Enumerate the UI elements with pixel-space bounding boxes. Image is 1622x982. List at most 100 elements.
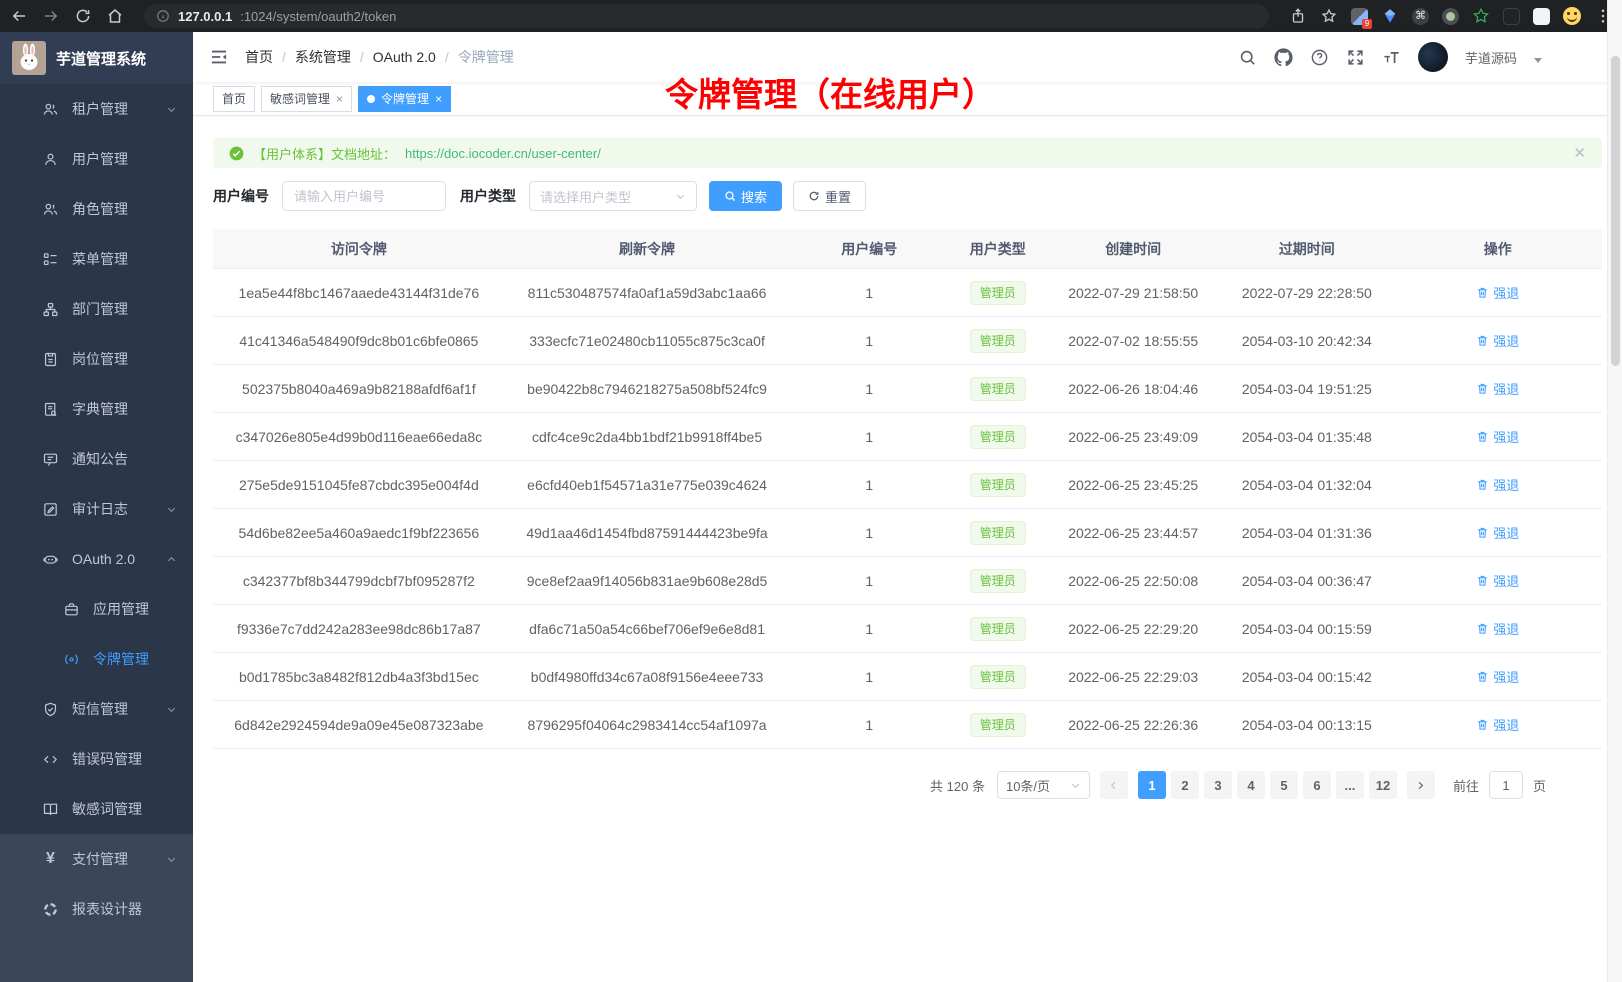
page-button-2[interactable]: 2 bbox=[1171, 771, 1199, 799]
force-logout-button[interactable]: 强退 bbox=[1476, 379, 1519, 398]
sidebar-item-audit-log[interactable]: 审计日志 bbox=[0, 484, 193, 534]
profile-avatar-emoji[interactable] bbox=[1563, 7, 1581, 25]
font-size-icon[interactable] bbox=[1382, 48, 1401, 67]
sidebar-item-post[interactable]: 岗位管理 bbox=[0, 334, 193, 384]
reload-icon[interactable] bbox=[74, 7, 92, 25]
page-button-12[interactable]: 12 bbox=[1369, 771, 1397, 799]
token-icon bbox=[63, 651, 80, 668]
github-icon[interactable] bbox=[1274, 48, 1293, 67]
goto-page-input[interactable] bbox=[1489, 771, 1523, 799]
light-extension-icon[interactable] bbox=[1533, 8, 1550, 25]
sidebar-item-sensitive[interactable]: 敏感词管理 bbox=[0, 784, 193, 834]
prev-page-button[interactable] bbox=[1100, 771, 1128, 799]
sidebar-item-pay[interactable]: ¥支付管理 bbox=[0, 834, 193, 884]
search-button[interactable]: 搜索 bbox=[709, 181, 782, 211]
home-icon[interactable] bbox=[106, 7, 124, 25]
address-bar[interactable]: 127.0.0.1:1024/system/oauth2/token bbox=[144, 4, 1269, 28]
page-button-1[interactable]: 1 bbox=[1138, 771, 1166, 799]
created-time-cell: 2022-07-29 21:58:50 bbox=[1046, 285, 1220, 301]
force-logout-button[interactable]: 强退 bbox=[1476, 427, 1519, 446]
command-extension-icon[interactable]: ⌘ bbox=[1412, 8, 1429, 25]
page-content: 【用户体系】文档地址： https://doc.iocoder.cn/user-… bbox=[193, 116, 1622, 982]
sidebar-item-label: 租户管理 bbox=[72, 99, 128, 119]
breadcrumb-separator: / bbox=[360, 49, 364, 65]
site-info-icon[interactable] bbox=[156, 9, 170, 23]
forward-icon[interactable] bbox=[42, 7, 60, 25]
page-button-5[interactable]: 5 bbox=[1270, 771, 1298, 799]
sidebar: 芋道管理系统 租户管理用户管理角色管理菜单管理部门管理岗位管理字典管理通知公告审… bbox=[0, 32, 193, 982]
sidebar-item-dict[interactable]: 字典管理 bbox=[0, 384, 193, 434]
user-menu-caret-icon[interactable] bbox=[1534, 58, 1542, 63]
reset-button[interactable]: 重置 bbox=[793, 181, 866, 211]
force-logout-button[interactable]: 强退 bbox=[1476, 523, 1519, 542]
scrollbar-thumb[interactable] bbox=[1611, 56, 1620, 366]
tab-close-icon[interactable]: × bbox=[435, 93, 442, 105]
sidebar-item-dept[interactable]: 部门管理 bbox=[0, 284, 193, 334]
sidebar-item-notice[interactable]: 通知公告 bbox=[0, 434, 193, 484]
breadcrumb-item[interactable]: 首页 bbox=[245, 47, 273, 67]
sidebar-item-report[interactable]: 报表设计器 bbox=[0, 884, 193, 934]
force-logout-button[interactable]: 强退 bbox=[1476, 331, 1519, 350]
user-id-input[interactable] bbox=[282, 181, 446, 211]
force-logout-button[interactable]: 强退 bbox=[1476, 715, 1519, 734]
tab-令牌管理[interactable]: 令牌管理× bbox=[358, 86, 451, 112]
search-icon[interactable] bbox=[1238, 48, 1257, 67]
pager-more-button[interactable]: ... bbox=[1336, 771, 1364, 799]
sidebar-item-user[interactable]: 用户管理 bbox=[0, 134, 193, 184]
sidebar-item-oauth2[interactable]: OAuth 2.0 bbox=[0, 534, 193, 584]
expire-time-cell: 2054-03-04 00:36:47 bbox=[1220, 573, 1394, 589]
id-badge-icon bbox=[42, 351, 59, 368]
page-button-3[interactable]: 3 bbox=[1204, 771, 1232, 799]
sidebar-item-tenant[interactable]: 租户管理 bbox=[0, 84, 193, 134]
force-logout-button[interactable]: 强退 bbox=[1476, 475, 1519, 494]
sidebar-item-menu[interactable]: 菜单管理 bbox=[0, 234, 193, 284]
green-star-extension-icon[interactable] bbox=[1472, 7, 1490, 25]
help-icon[interactable] bbox=[1310, 48, 1329, 67]
record-extension-icon[interactable] bbox=[1442, 8, 1459, 25]
org-chart-icon bbox=[42, 301, 59, 318]
back-icon[interactable] bbox=[10, 7, 28, 25]
alert-doc-link[interactable]: https://doc.iocoder.cn/user-center/ bbox=[405, 146, 601, 161]
force-logout-button[interactable]: 强退 bbox=[1476, 619, 1519, 638]
sidebar-item-errcode[interactable]: 错误码管理 bbox=[0, 734, 193, 784]
user-id-label: 用户编号 bbox=[213, 186, 269, 206]
user-type-select[interactable]: 请选择用户类型 bbox=[529, 181, 697, 211]
page-size-select[interactable]: 10条/页 bbox=[997, 771, 1090, 799]
url-path: :1024/system/oauth2/token bbox=[240, 9, 396, 24]
sidebar-item-oauth2-token[interactable]: 令牌管理 bbox=[0, 634, 193, 684]
gem-extension-icon[interactable] bbox=[1381, 7, 1399, 25]
user-avatar[interactable] bbox=[1418, 42, 1448, 72]
page-button-4[interactable]: 4 bbox=[1237, 771, 1265, 799]
alert-close-icon[interactable]: ✕ bbox=[1573, 144, 1586, 162]
expire-time-cell: 2054-03-04 19:51:25 bbox=[1220, 381, 1394, 397]
page-scrollbar[interactable] bbox=[1607, 0, 1622, 982]
extension-grid-icon[interactable]: 9 bbox=[1351, 8, 1368, 25]
force-logout-button[interactable]: 强退 bbox=[1476, 571, 1519, 590]
fullscreen-icon[interactable] bbox=[1346, 48, 1365, 67]
share-icon[interactable] bbox=[1289, 7, 1307, 25]
table-row: b0d1785bc3a8482f812db4a3f3bd15ecb0df4980… bbox=[213, 653, 1602, 701]
force-logout-button[interactable]: 强退 bbox=[1476, 667, 1519, 686]
donut-icon bbox=[42, 901, 59, 918]
sidebar-item-oauth2-app[interactable]: 应用管理 bbox=[0, 584, 193, 634]
breadcrumb-item[interactable]: 系统管理 bbox=[295, 47, 351, 67]
column-header: 访问令牌 bbox=[213, 239, 505, 259]
breadcrumb-item[interactable]: OAuth 2.0 bbox=[373, 49, 436, 65]
user-type-badge: 管理员 bbox=[970, 713, 1026, 737]
sidebar-item-sms[interactable]: 短信管理 bbox=[0, 684, 193, 734]
tab-敏感词管理[interactable]: 敏感词管理× bbox=[261, 86, 352, 112]
user-type-cell: 管理员 bbox=[949, 521, 1046, 545]
page-button-6[interactable]: 6 bbox=[1303, 771, 1331, 799]
force-logout-button[interactable]: 强退 bbox=[1476, 283, 1519, 302]
tab-首页[interactable]: 首页 bbox=[213, 86, 255, 112]
sidebar-collapse-icon[interactable] bbox=[209, 47, 229, 67]
bookmark-star-icon[interactable] bbox=[1320, 7, 1338, 25]
dark-extension-icon[interactable] bbox=[1503, 8, 1520, 25]
tab-close-icon[interactable]: × bbox=[336, 93, 343, 105]
username-label[interactable]: 芋道源码 bbox=[1465, 48, 1517, 67]
user-type-cell: 管理员 bbox=[949, 425, 1046, 449]
trash-icon bbox=[1476, 526, 1489, 539]
user-type-badge: 管理员 bbox=[970, 473, 1026, 497]
next-page-button[interactable] bbox=[1407, 771, 1435, 799]
sidebar-item-role[interactable]: 角色管理 bbox=[0, 184, 193, 234]
